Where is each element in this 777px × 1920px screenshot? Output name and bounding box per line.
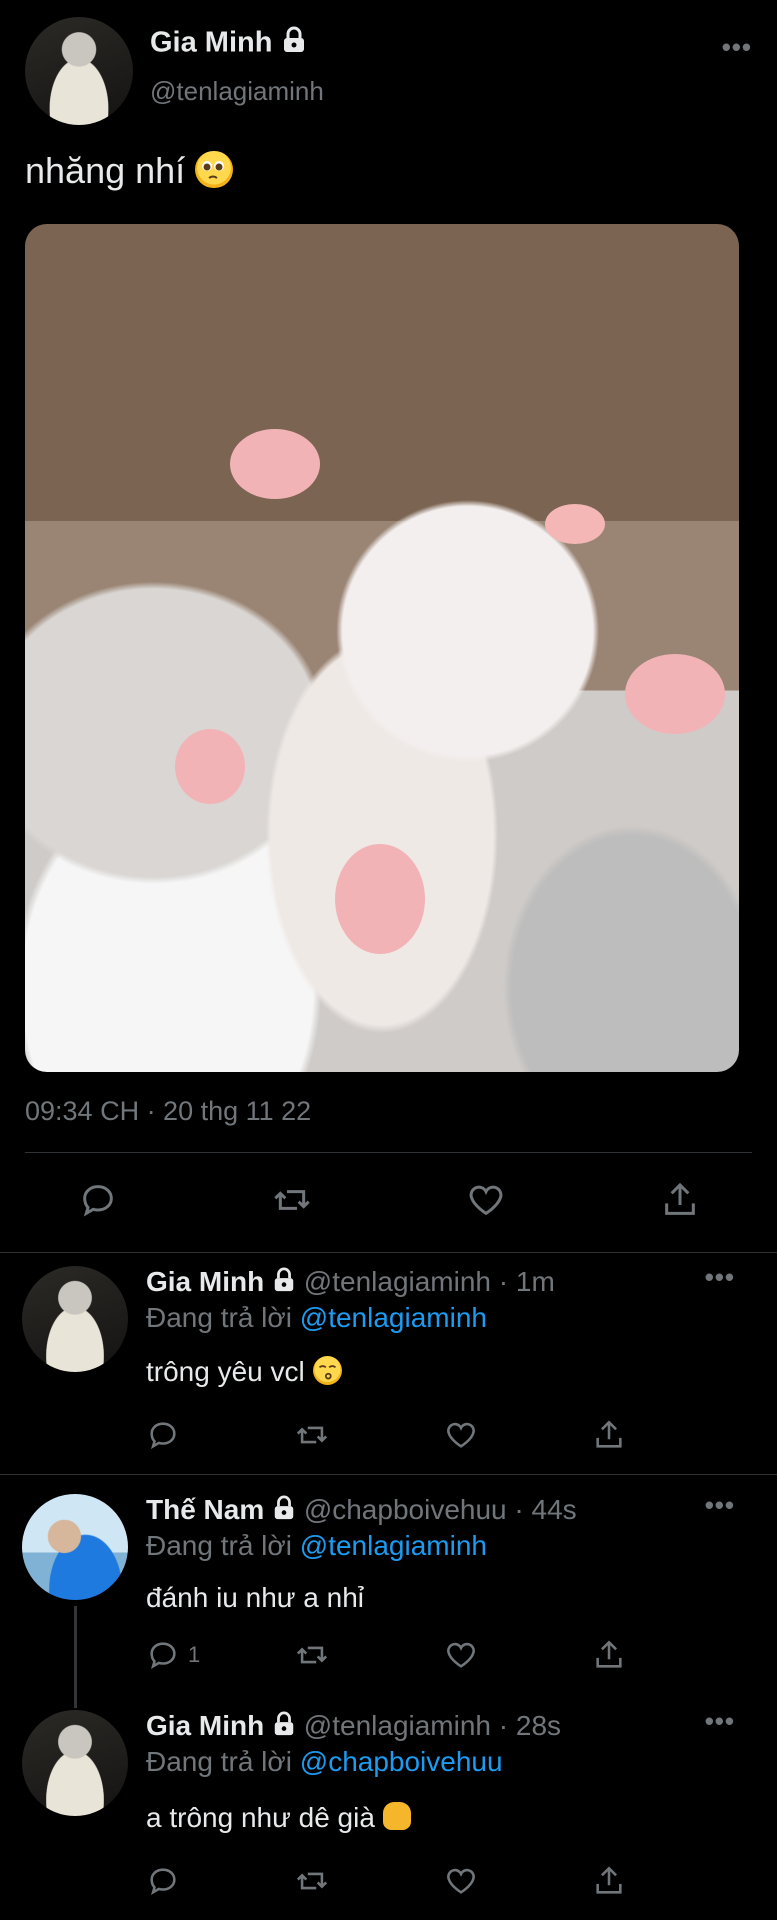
like-button[interactable]: [443, 1418, 479, 1452]
more-options-icon[interactable]: •••: [722, 34, 752, 60]
kitten-nose: [545, 504, 605, 544]
more-options-icon[interactable]: •••: [705, 1708, 735, 1734]
divider: [0, 1474, 777, 1475]
more-options-icon[interactable]: •••: [705, 1492, 735, 1518]
tweet-actions-bar: [0, 1172, 777, 1232]
reply-author-name[interactable]: Gia Minh: [146, 1710, 264, 1741]
replying-to-link[interactable]: @tenlagiaminh: [300, 1530, 487, 1561]
reply-button[interactable]: 1: [146, 1638, 200, 1672]
share-icon: [596, 1420, 622, 1448]
reply-author-name[interactable]: Gia Minh: [146, 1266, 264, 1297]
share-button[interactable]: [592, 1638, 626, 1672]
share-icon: [596, 1866, 622, 1894]
like-button[interactable]: [465, 1180, 507, 1220]
share-button[interactable]: [592, 1418, 626, 1452]
retweet-button[interactable]: [293, 1638, 331, 1672]
reply-button[interactable]: [146, 1418, 180, 1452]
retweet-button[interactable]: [293, 1418, 331, 1452]
thread-connector-line: [74, 1606, 77, 1708]
tweet-timestamp[interactable]: 09:34 CH · 20 thg 11 22: [25, 1096, 311, 1127]
heart-icon: [447, 1642, 475, 1668]
replying-to-link[interactable]: @tenlagiaminh: [300, 1302, 487, 1333]
replying-to-row: Đang trả lời @tenlagiaminh: [146, 1530, 487, 1562]
tweet-media-image[interactable]: [25, 224, 739, 1072]
heart-icon: [447, 1868, 475, 1894]
reply-avatar[interactable]: [22, 1494, 128, 1600]
kissing-face-emoji-icon: [312, 1356, 342, 1386]
reply-icon: [150, 1422, 176, 1450]
lock-icon: [272, 1711, 296, 1744]
paw-shape: [335, 844, 425, 954]
author-handle[interactable]: @tenlagiaminh: [150, 76, 324, 107]
reply-header: Gia Minh @tenlagiaminh · 1m: [146, 1266, 555, 1300]
reply-author-handle[interactable]: @tenlagiaminh: [304, 1710, 491, 1741]
reply-tweet[interactable]: Gia Minh @tenlagiaminh · 1m ••• Đang trả…: [0, 1264, 777, 1476]
retweet-icon: [296, 1646, 328, 1664]
reply-author-handle[interactable]: @tenlagiaminh: [304, 1266, 491, 1297]
paw-shape: [175, 729, 245, 804]
retweet-icon: [296, 1426, 328, 1444]
reply-header: Gia Minh @tenlagiaminh · 28s: [146, 1710, 561, 1744]
reply-age[interactable]: · 1m: [499, 1266, 555, 1297]
reply-avatar[interactable]: [22, 1266, 128, 1372]
author-name[interactable]: Gia Minh: [150, 27, 272, 59]
share-icon: [665, 1182, 695, 1215]
reply-icon: [150, 1868, 176, 1896]
reply-text-row: a trông như dê già: [146, 1802, 411, 1834]
reply-author-name[interactable]: Thế Nam: [146, 1494, 264, 1525]
tweet-text-row: nhăng nhí: [25, 150, 233, 192]
replying-to-label: Đang trả lời: [146, 1302, 292, 1333]
like-button[interactable]: [443, 1864, 479, 1898]
author-avatar[interactable]: [25, 17, 133, 125]
author-name-row[interactable]: Gia Minh: [150, 26, 307, 62]
reply-count: 1: [188, 1642, 201, 1667]
divider: [25, 1152, 752, 1153]
reply-tweet[interactable]: Gia Minh @tenlagiaminh · 28s ••• Đang tr…: [0, 1708, 777, 1920]
replying-to-label: Đang trả lời: [146, 1746, 292, 1777]
retweet-button[interactable]: [270, 1180, 314, 1220]
tweet-text: nhăng nhí: [25, 150, 186, 191]
paw-shape: [230, 429, 320, 499]
reply-author-handle[interactable]: @chapboivehuu: [304, 1494, 507, 1525]
divider: [0, 1252, 777, 1253]
heart-icon: [447, 1422, 475, 1448]
thumbs-up-emoji-icon: [382, 1802, 411, 1831]
reply-text-row: trông yêu vcl: [146, 1356, 342, 1388]
retweet-button[interactable]: [293, 1864, 331, 1898]
reply-button[interactable]: [146, 1864, 180, 1898]
reply-age[interactable]: · 28s: [499, 1710, 561, 1741]
reply-text: a trông như dê già: [146, 1802, 375, 1833]
lock-icon: [272, 1495, 296, 1528]
reply-icon: [83, 1185, 113, 1217]
lock-icon: [281, 26, 307, 62]
pleading-face-emoji-icon: [195, 150, 233, 189]
replying-to-row: Đang trả lời @chapboivehuu: [146, 1746, 503, 1778]
share-button[interactable]: [592, 1864, 626, 1898]
replying-to-link[interactable]: @chapboivehuu: [300, 1746, 503, 1777]
share-icon: [596, 1640, 622, 1668]
share-button[interactable]: [660, 1180, 700, 1220]
lock-icon: [272, 1267, 296, 1300]
reply-avatar[interactable]: [22, 1710, 128, 1816]
reply-text: đánh iu như a nhỉ: [146, 1582, 365, 1613]
reply-tweet[interactable]: Thế Nam @chapboivehuu · 44s ••• Đang trả…: [0, 1492, 777, 1708]
paw-shape: [625, 654, 725, 734]
retweet-icon: [274, 1190, 310, 1210]
replying-to-label: Đang trả lời: [146, 1530, 292, 1561]
heart-icon: [469, 1185, 503, 1216]
reply-icon: [150, 1642, 176, 1670]
like-button[interactable]: [443, 1638, 479, 1672]
replying-to-row: Đang trả lời @tenlagiaminh: [146, 1302, 487, 1334]
reply-button[interactable]: [78, 1180, 118, 1220]
reply-header: Thế Nam @chapboivehuu · 44s: [146, 1494, 577, 1528]
retweet-icon: [296, 1872, 328, 1890]
reply-age[interactable]: · 44s: [514, 1494, 576, 1525]
tweet-detail-page: Gia Minh @tenlagiaminh ••• nhăng nhí 09:…: [0, 0, 777, 1920]
more-options-icon[interactable]: •••: [705, 1264, 735, 1290]
reply-text: trông yêu vcl: [146, 1356, 305, 1388]
